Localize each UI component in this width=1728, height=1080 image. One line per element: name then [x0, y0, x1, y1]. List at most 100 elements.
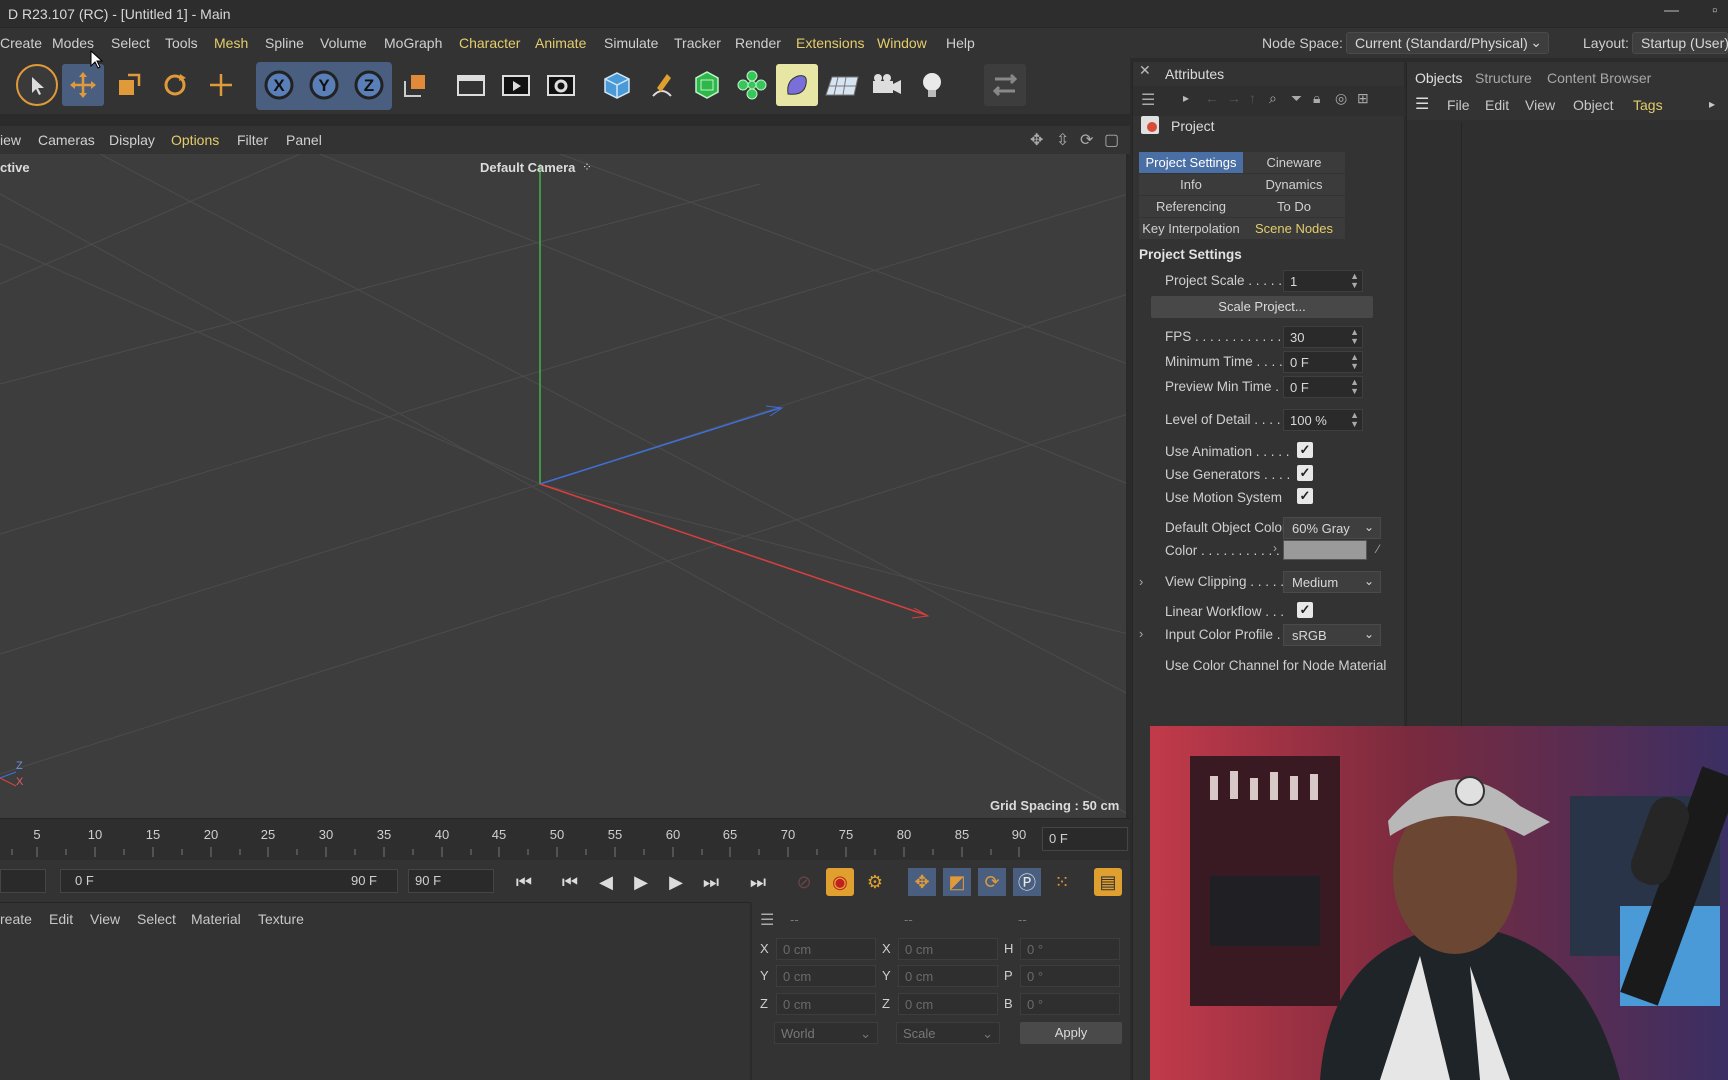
size-y-field[interactable]: 0 cm — [898, 965, 998, 987]
scale-project-button[interactable]: Scale Project... — [1151, 296, 1373, 318]
objects-menu-tags[interactable]: Tags — [1633, 97, 1663, 113]
project-scale-field[interactable]: 1 ▲ ▼ — [1283, 270, 1363, 292]
key-rotation-icon[interactable]: ⟳ — [978, 868, 1006, 896]
select-icon[interactable] — [16, 64, 58, 106]
camera-dots-icon[interactable]: ⁘ — [582, 160, 592, 174]
menu-select[interactable]: Select — [111, 35, 150, 51]
key-scale-icon[interactable]: ◩ — [943, 868, 971, 896]
menu-window[interactable]: Window — [877, 35, 927, 51]
search-icon[interactable]: ⌕ — [1269, 90, 1277, 107]
layout-dropdown[interactable]: Startup (User) — [1632, 32, 1728, 54]
lock-icon[interactable]: 🔒︎ — [1313, 90, 1320, 107]
next-frame-icon[interactable]: ▶ — [662, 868, 690, 896]
material-menu-material[interactable]: Material — [191, 911, 241, 927]
play-icon[interactable]: ▶ — [627, 868, 655, 896]
stepper-icon[interactable]: ▲ ▼ — [1350, 328, 1359, 346]
viewport[interactable]: ctive Default Camera ⁘ Grid Spacing : 50… — [0, 154, 1128, 818]
viewport-menu-display[interactable]: Display — [109, 132, 155, 148]
floor-icon[interactable] — [821, 64, 863, 106]
previous-key-icon[interactable]: ⏮ — [556, 868, 584, 896]
material-menu-texture[interactable]: Texture — [258, 911, 304, 927]
stepper-icon[interactable]: ▲ ▼ — [1350, 411, 1359, 429]
z-axis-icon[interactable]: Z — [348, 64, 390, 106]
input-color-profile-dropdown[interactable]: sRGB ⌄ — [1283, 624, 1381, 646]
use-animation-checkbox[interactable]: ✓ — [1297, 442, 1313, 458]
y-axis-icon[interactable]: Y — [303, 64, 345, 106]
render-settings-icon[interactable] — [540, 64, 582, 106]
record-active-icon[interactable]: ◉ — [826, 868, 854, 896]
tab-referencing[interactable]: Referencing — [1139, 196, 1243, 217]
preview-min-time-field[interactable]: 0 F ▲ ▼ — [1283, 376, 1363, 398]
go-to-start-icon[interactable]: ⏮ — [510, 868, 538, 896]
menu-mesh[interactable]: Mesh — [214, 35, 248, 51]
pen-icon[interactable] — [641, 64, 683, 106]
key-points-icon[interactable]: ⁙ — [1048, 868, 1076, 896]
position-y-field[interactable]: 0 cm — [776, 965, 876, 987]
fps-field[interactable]: 30 ▲ ▼ — [1283, 326, 1363, 348]
triangle-right-icon[interactable]: ▸ — [1709, 97, 1715, 111]
tab-scene-nodes[interactable]: Scene Nodes — [1243, 218, 1345, 239]
viewport-menu-view[interactable]: iew — [0, 132, 21, 148]
coordinate-system-icon[interactable] — [394, 64, 436, 106]
rotation-h-field[interactable]: 0 ° — [1020, 938, 1120, 960]
viewport-menu-filter[interactable]: Filter — [237, 132, 268, 148]
menu-render[interactable]: Render — [735, 35, 781, 51]
objects-menu-view[interactable]: View — [1525, 97, 1555, 113]
render-view-icon[interactable] — [450, 64, 492, 106]
menu-spline[interactable]: Spline — [265, 35, 304, 51]
size-x-field[interactable]: 0 cm — [898, 938, 998, 960]
objects-menu-object[interactable]: Object — [1573, 97, 1613, 113]
default-object-color-dropdown[interactable]: 60% Gray ⌄ — [1283, 517, 1381, 539]
menu-tools[interactable]: Tools — [165, 35, 198, 51]
new-panel-icon[interactable]: ⊞ — [1357, 90, 1369, 107]
transform-icon[interactable] — [200, 64, 242, 106]
tab-to-do[interactable]: To Do — [1243, 196, 1345, 217]
size-z-field[interactable]: 0 cm — [898, 993, 998, 1015]
current-frame-field[interactable]: 0 F — [1042, 827, 1128, 851]
move-icon[interactable] — [62, 64, 104, 106]
up-arrow-icon[interactable]: ↑ — [1249, 90, 1256, 106]
view-clipping-dropdown[interactable]: Medium ⌄ — [1283, 571, 1381, 593]
position-z-field[interactable]: 0 cm — [776, 993, 876, 1015]
cube-icon[interactable] — [596, 64, 638, 106]
light-icon[interactable] — [911, 64, 953, 106]
menu-simulate[interactable]: Simulate — [604, 35, 658, 51]
filter-icon[interactable]: ⏷ — [1291, 90, 1302, 107]
triangle-right-icon[interactable]: ▸ — [1183, 91, 1189, 105]
node-space-dropdown[interactable]: Current (Standard/Physical) ⌄ — [1346, 32, 1549, 54]
maximize-icon[interactable]: ▫ — [1712, 2, 1717, 19]
tab-dynamics[interactable]: Dynamics — [1243, 174, 1345, 195]
tab-key-interpolation[interactable]: Key Interpolation — [1139, 218, 1243, 239]
material-menu-view[interactable]: View — [90, 911, 120, 927]
rotate-icon[interactable] — [154, 64, 196, 106]
tab-cineware[interactable]: Cineware — [1243, 152, 1345, 173]
tab-content-browser[interactable]: Content Browser — [1547, 70, 1651, 86]
menu-help[interactable]: Help — [946, 35, 975, 51]
forward-arrow-icon[interactable]: → — [1227, 90, 1241, 106]
previous-frame-icon[interactable]: ◀ — [592, 868, 620, 896]
linear-workflow-checkbox[interactable]: ✓ — [1297, 602, 1313, 618]
material-menu-edit[interactable]: Edit — [49, 911, 73, 927]
go-to-end-icon[interactable]: ⏭ — [744, 868, 772, 896]
scale-icon[interactable] — [108, 64, 150, 106]
menu-create[interactable]: Create — [0, 35, 42, 51]
menu-volume[interactable]: Volume — [320, 35, 367, 51]
record-disabled-icon[interactable]: ⊘ — [790, 868, 818, 896]
deformer-icon[interactable] — [776, 64, 818, 106]
camera-icon[interactable] — [866, 64, 908, 106]
camera-label[interactable]: Default Camera — [480, 160, 575, 175]
tab-info[interactable]: Info — [1139, 174, 1243, 195]
maximize-view-icon[interactable]: ▢ — [1104, 130, 1119, 150]
tab-objects[interactable]: Objects — [1415, 70, 1462, 86]
expand-arrow-icon[interactable]: › — [1139, 574, 1143, 589]
tab-structure[interactable]: Structure — [1475, 70, 1532, 86]
back-arrow-icon[interactable]: ← — [1205, 90, 1219, 106]
menu-mograph[interactable]: MoGraph — [384, 35, 442, 51]
hamburger-icon[interactable]: ☰ — [1415, 94, 1429, 114]
eyedropper-icon[interactable]: ⁄ — [1377, 542, 1379, 556]
menu-character[interactable]: Character — [459, 35, 520, 51]
viewport-menu-panel[interactable]: Panel — [286, 132, 322, 148]
menu-tracker[interactable]: Tracker — [674, 35, 721, 51]
menu-animate[interactable]: Animate — [535, 35, 586, 51]
color-swatch[interactable] — [1283, 540, 1367, 560]
